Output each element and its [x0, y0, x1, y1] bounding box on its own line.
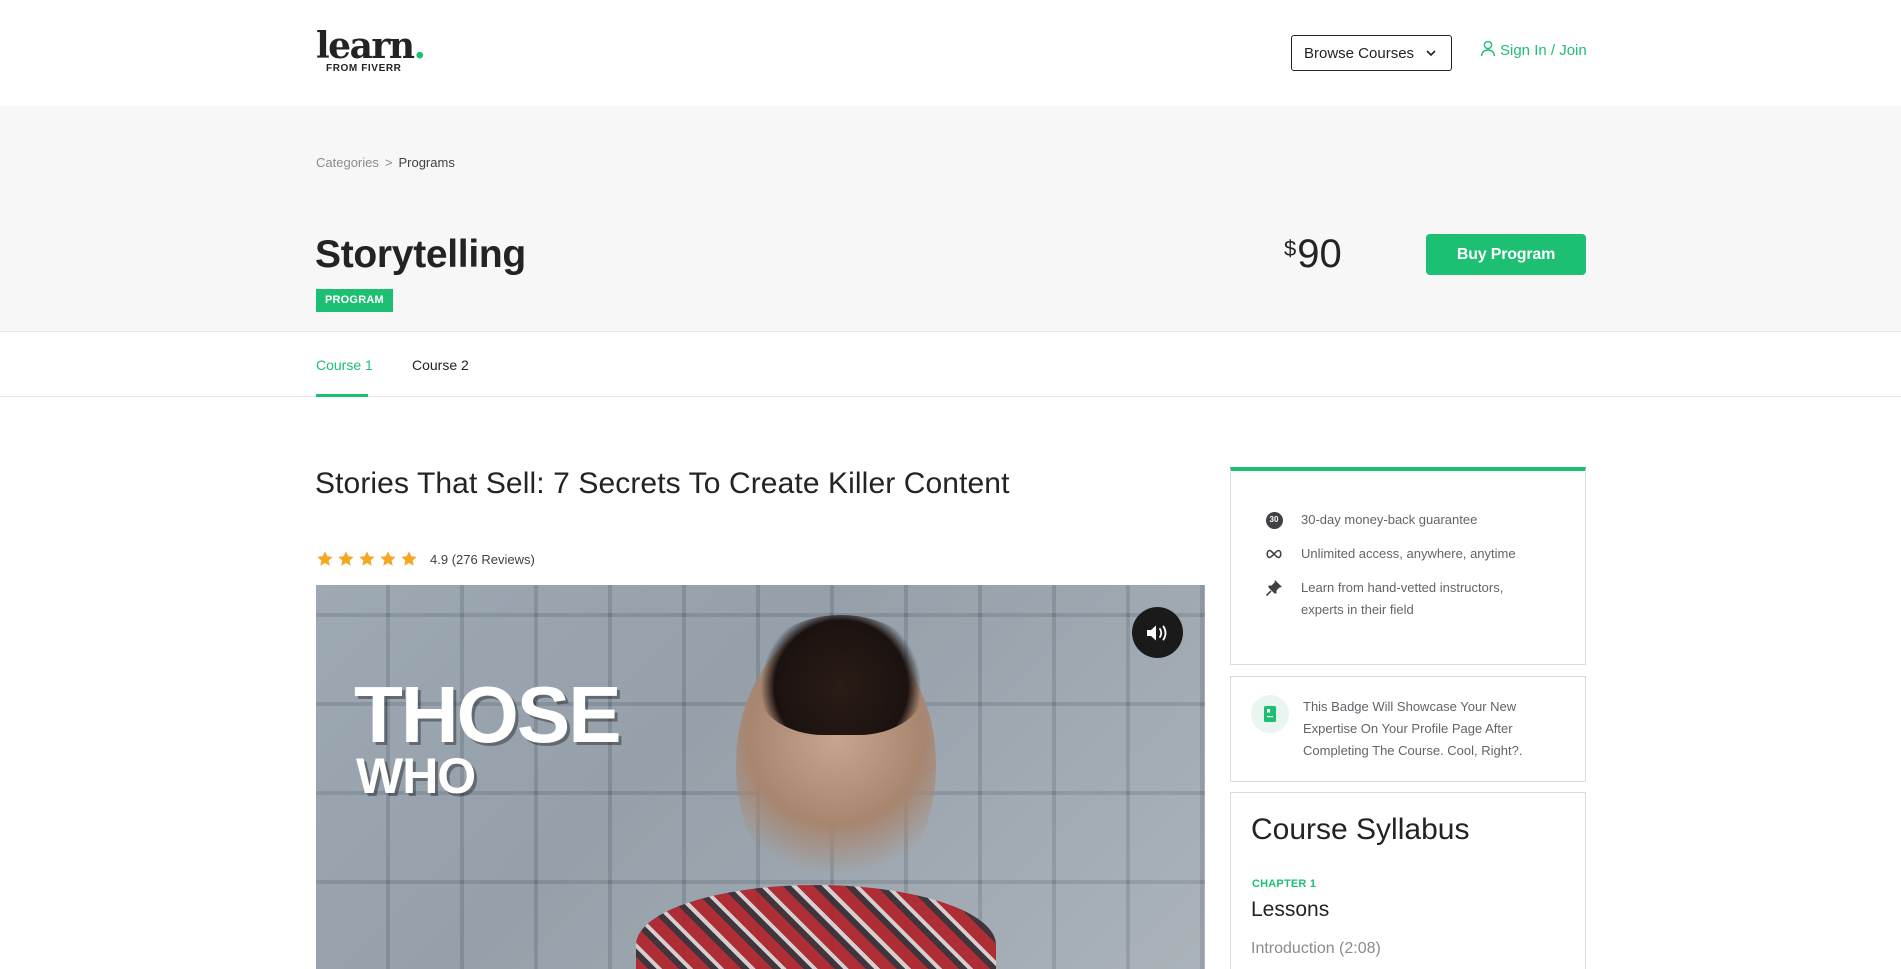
- user-icon: [1480, 40, 1496, 57]
- top-header: learn. FROM FIVERR Browse Courses Sign I…: [0, 0, 1901, 106]
- badge-description: This Badge Will Showcase Your New Expert…: [1303, 699, 1523, 758]
- program-badge: PROGRAM: [316, 289, 393, 312]
- browse-courses-dropdown[interactable]: Browse Courses: [1291, 35, 1452, 71]
- rating-text: 4.9 (276 Reviews): [430, 552, 535, 567]
- tab-course-1[interactable]: Course 1: [316, 357, 373, 373]
- thirty-day-icon: 30: [1265, 511, 1283, 529]
- video-overlay-text-2: WHO: [356, 748, 476, 804]
- breadcrumb: Categories > Programs: [316, 155, 455, 170]
- volume-icon: [1146, 625, 1166, 640]
- logo-subtitle: FROM FIVERR: [326, 63, 402, 74]
- active-tab-indicator: [316, 394, 368, 397]
- course-syllabus-card: Course Syllabus CHAPTER 1 Lessons Introd…: [1230, 792, 1586, 969]
- chapter-title: Lessons: [1251, 898, 1330, 921]
- star-icon: [338, 551, 354, 566]
- sign-in-label: Sign In / Join: [1500, 42, 1587, 59]
- syllabus-title: Course Syllabus: [1251, 813, 1470, 846]
- program-title: Storytelling: [315, 233, 526, 276]
- feature-instructors: Learn from hand-vetted instructors, exper…: [1264, 577, 1503, 621]
- infinity-icon: [1266, 549, 1282, 559]
- feature-money-back: 30 30-day money-back guarantee: [1264, 509, 1477, 531]
- star-icon: [380, 551, 396, 566]
- feature-text: Unlimited access, anywhere, anytime: [1301, 546, 1516, 561]
- browse-courses-label: Browse Courses: [1304, 44, 1415, 62]
- course-rating: 4.9 (276 Reviews): [316, 550, 535, 568]
- buy-program-button[interactable]: Buy Program: [1426, 234, 1586, 275]
- badge-info-card: This Badge Will Showcase Your New Expert…: [1230, 676, 1586, 782]
- breadcrumb-programs[interactable]: Programs: [398, 155, 454, 170]
- tab-course-2[interactable]: Course 2: [412, 357, 469, 373]
- page: learn. FROM FIVERR Browse Courses Sign I…: [0, 0, 1901, 969]
- sound-toggle-button[interactable]: [1132, 607, 1183, 658]
- breadcrumb-separator: >: [384, 155, 393, 170]
- course-video-player[interactable]: THOSE WHO: [316, 585, 1205, 969]
- lesson-item[interactable]: Introduction (2:08): [1251, 940, 1381, 958]
- logo-dot: .: [413, 25, 427, 67]
- price-value: 90: [1297, 232, 1342, 276]
- reviews-count: (276 Reviews): [451, 551, 535, 567]
- feature-text: 30-day money-back guarantee: [1301, 512, 1478, 527]
- star-icon: [359, 551, 375, 566]
- guarantee-card: 30 30-day money-back guarantee Unlimited…: [1230, 467, 1586, 665]
- feature-text: experts in their field: [1301, 602, 1414, 617]
- chevron-down-icon: [1426, 50, 1436, 57]
- price-currency: $: [1284, 236, 1297, 261]
- star-icon: [317, 551, 333, 566]
- program-hero: Categories > Programs Storytelling PROGR…: [0, 106, 1901, 332]
- learn-logo[interactable]: learn. FROM FIVERR: [316, 28, 426, 74]
- program-price: $ 90: [1284, 232, 1342, 277]
- pin-icon: [1265, 580, 1282, 597]
- course-tabs: Course 1 Course 2: [0, 333, 1901, 397]
- course-title: Stories That Sell: 7 Secrets To Create K…: [315, 467, 1010, 500]
- rating-value: 4.9: [430, 551, 449, 567]
- logo-text: learn: [316, 25, 415, 67]
- badge-icon: [1264, 706, 1276, 722]
- sign-in-link[interactable]: Sign In / Join: [1480, 40, 1587, 59]
- chapter-label: CHAPTER 1: [1252, 878, 1317, 890]
- feature-unlimited-access: Unlimited access, anywhere, anytime: [1264, 543, 1516, 565]
- breadcrumb-categories[interactable]: Categories: [316, 155, 379, 170]
- star-icon: [401, 551, 417, 566]
- feature-text: Learn from hand-vetted instructors,: [1301, 580, 1504, 595]
